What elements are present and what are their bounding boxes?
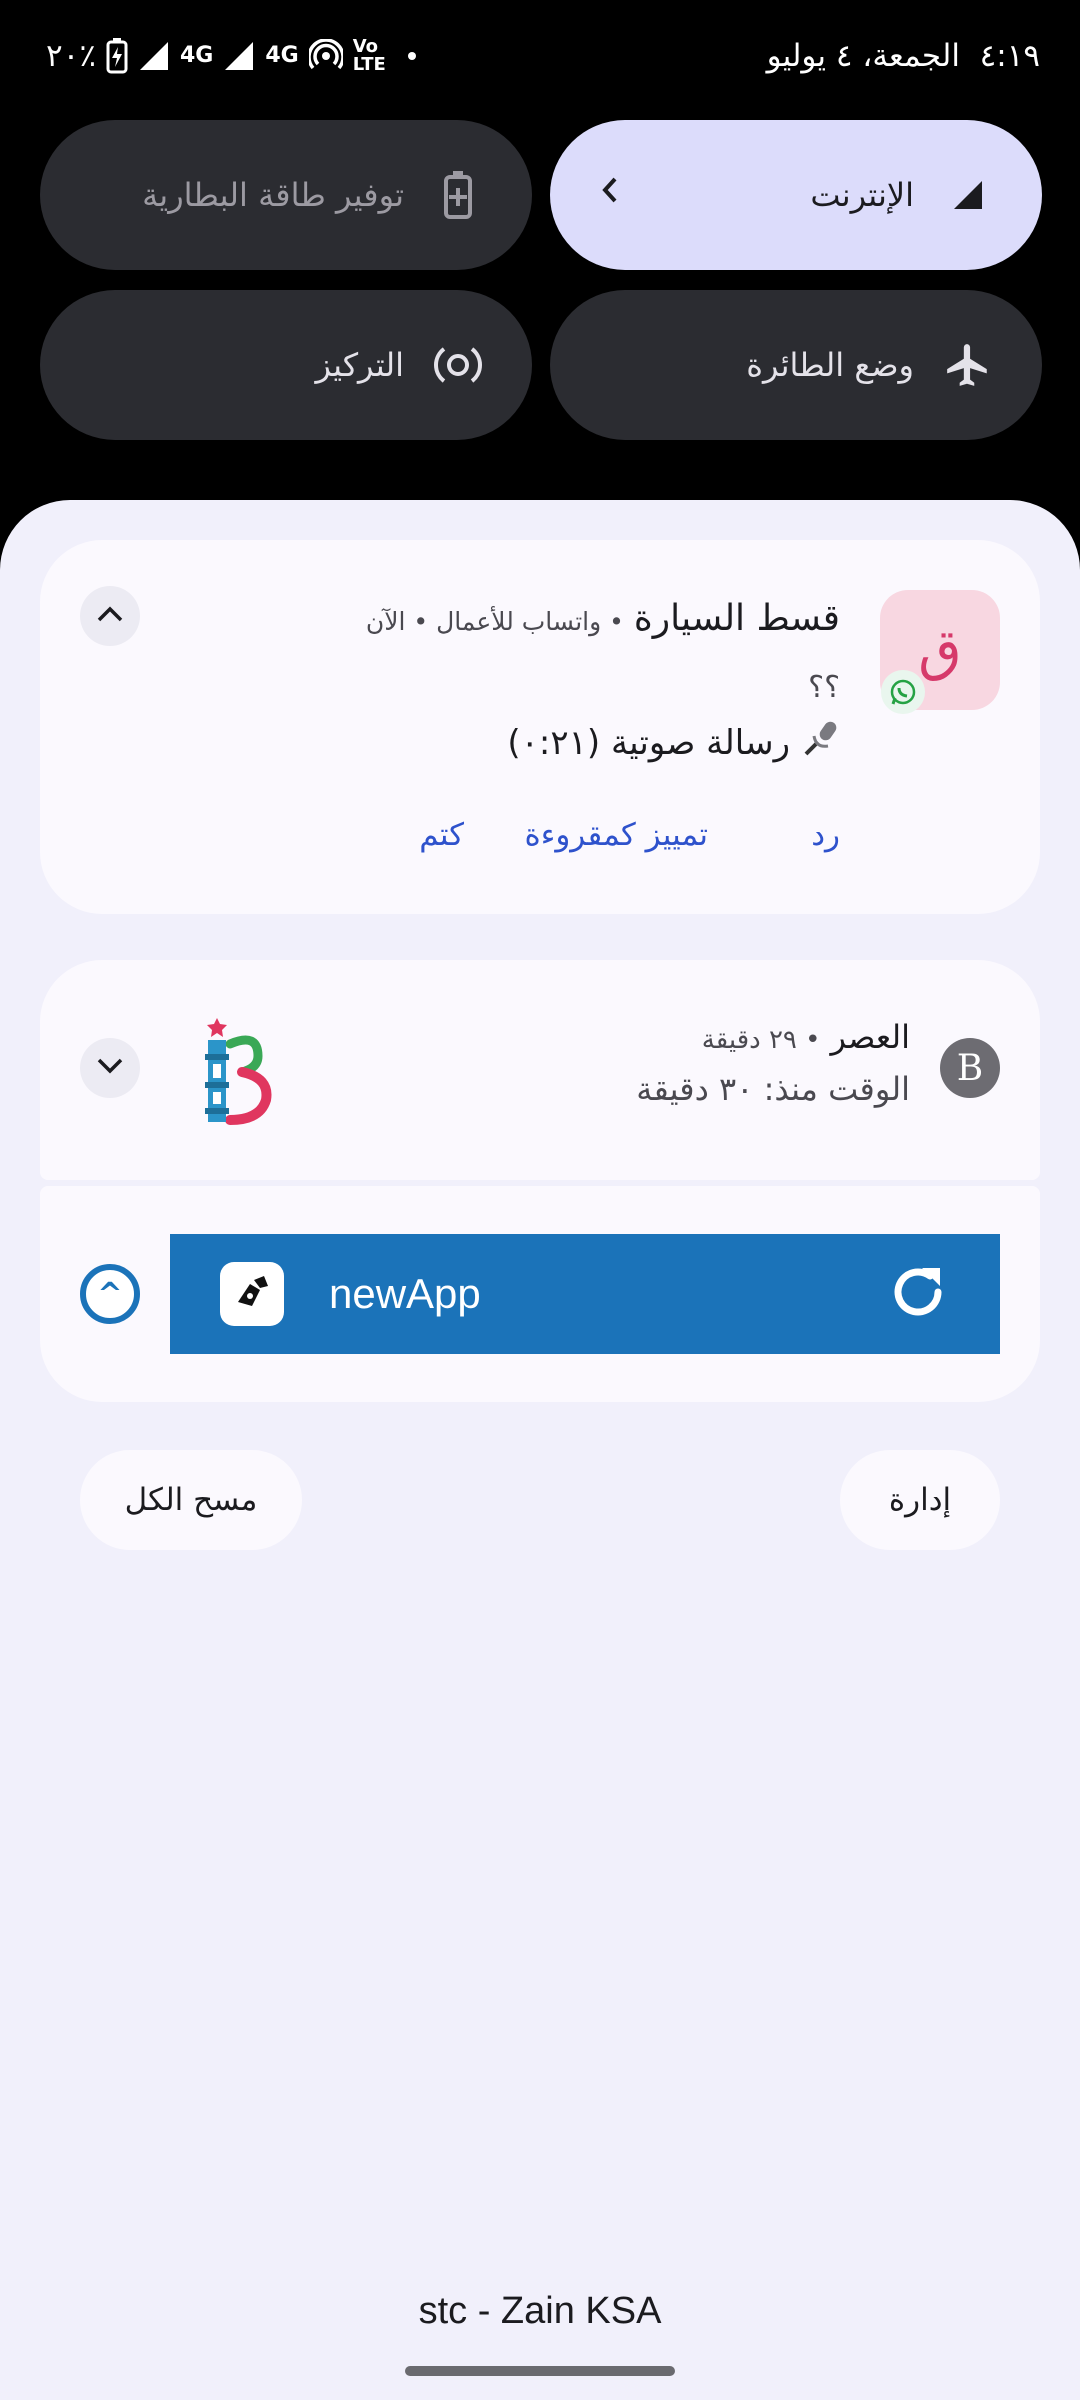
notification-whatsapp[interactable]: ق قسط السيارة • واتساب للأعمال • الآن ؟؟… bbox=[40, 540, 1040, 914]
signal-icon bbox=[942, 169, 994, 221]
notification-text: الوقت منذ: ٣٠ دقيقة bbox=[636, 1070, 910, 1108]
notification-title: العصر bbox=[830, 1018, 910, 1056]
voice-message-label: رسالة صوتية (٠:٢١) bbox=[507, 722, 790, 763]
date[interactable]: الجمعة، ٤ يوليو bbox=[767, 38, 960, 74]
tile-label: الإنترنت bbox=[810, 176, 914, 214]
notification-newapp[interactable]: ^ newApp bbox=[40, 1186, 1040, 1402]
clock[interactable]: ٤:١٩ bbox=[980, 38, 1040, 74]
chevron-right-icon[interactable] bbox=[598, 172, 622, 218]
chevron-down-icon bbox=[95, 1056, 125, 1080]
mosque-logo-icon bbox=[200, 1016, 280, 1126]
clear-all-button[interactable]: مسح الكل bbox=[80, 1450, 302, 1550]
app-name: newApp bbox=[329, 1270, 481, 1317]
status-bar: ٤:١٩ الجمعة، ٤ يوليو ٢٠٪ 4G 4G Vo LTE bbox=[0, 0, 1080, 118]
airplane-icon bbox=[942, 339, 994, 391]
gesture-nav-handle[interactable] bbox=[405, 2366, 675, 2376]
app-badge-icon[interactable]: ^ bbox=[80, 1264, 140, 1324]
signal-icon bbox=[223, 40, 255, 72]
tile-internet[interactable]: الإنترنت bbox=[550, 120, 1042, 270]
status-icons: ٢٠٪ 4G 4G Vo LTE bbox=[46, 38, 417, 74]
app-icon bbox=[220, 1262, 284, 1326]
notification-header: العصر • ٢٩ دقيقة bbox=[702, 1018, 910, 1056]
volte-icon: Vo LTE bbox=[352, 36, 386, 75]
manage-button[interactable]: إدارة bbox=[840, 1450, 1000, 1550]
mark-as-read-button[interactable]: تمييز كمقروءة bbox=[525, 817, 708, 853]
notification-header: قسط السيارة • واتساب للأعمال • الآن bbox=[366, 598, 840, 639]
network-type-label: 4G bbox=[179, 43, 214, 68]
whatsapp-business-icon bbox=[881, 670, 925, 714]
notification-voice-message: رسالة صوتية (٠:٢١) bbox=[507, 718, 840, 767]
focus-icon bbox=[432, 339, 484, 391]
notification-dot-icon bbox=[407, 51, 417, 61]
microphone-icon bbox=[800, 718, 840, 767]
tile-airplane-mode[interactable]: وضع الطائرة bbox=[550, 290, 1042, 440]
notification-shade: ق قسط السيارة • واتساب للأعمال • الآن ؟؟… bbox=[0, 500, 1080, 2400]
expand-button[interactable] bbox=[80, 1038, 140, 1098]
refresh-icon[interactable] bbox=[886, 1260, 950, 1328]
reply-button[interactable]: رد bbox=[811, 817, 840, 853]
notification-title: قسط السيارة bbox=[633, 598, 840, 639]
newapp-banner[interactable]: newApp bbox=[170, 1234, 1000, 1354]
notification-meta: • ٢٩ دقيقة bbox=[701, 1025, 821, 1055]
hotspot-icon bbox=[308, 39, 343, 73]
battery-charging-icon bbox=[106, 38, 128, 74]
battery-percent: ٢٠٪ bbox=[46, 38, 96, 74]
tile-focus[interactable]: التركيز bbox=[40, 290, 532, 440]
battery-icon bbox=[432, 169, 484, 221]
tile-label: وضع الطائرة bbox=[746, 346, 914, 384]
network-type-label: 4G bbox=[265, 43, 299, 68]
mute-button[interactable]: كتم bbox=[419, 817, 464, 853]
tile-battery-saver[interactable]: توفير طاقة البطارية bbox=[40, 120, 532, 270]
signal-icon bbox=[138, 40, 170, 72]
carrier-label: stc - Zain KSA bbox=[418, 2290, 662, 2332]
notification-meta: • واتساب للأعمال • الآن bbox=[365, 607, 624, 636]
app-icon: B bbox=[940, 1038, 1000, 1098]
notification-text: ؟؟ bbox=[808, 670, 840, 705]
notification-prayer[interactable]: B العصر • ٢٩ دقيقة الوقت منذ: ٣٠ دقيقة bbox=[40, 960, 1040, 1180]
chevron-up-icon bbox=[95, 604, 125, 628]
tile-label: التركيز bbox=[315, 346, 405, 384]
collapse-button[interactable] bbox=[80, 586, 140, 646]
tile-label: توفير طاقة البطارية bbox=[142, 176, 404, 214]
